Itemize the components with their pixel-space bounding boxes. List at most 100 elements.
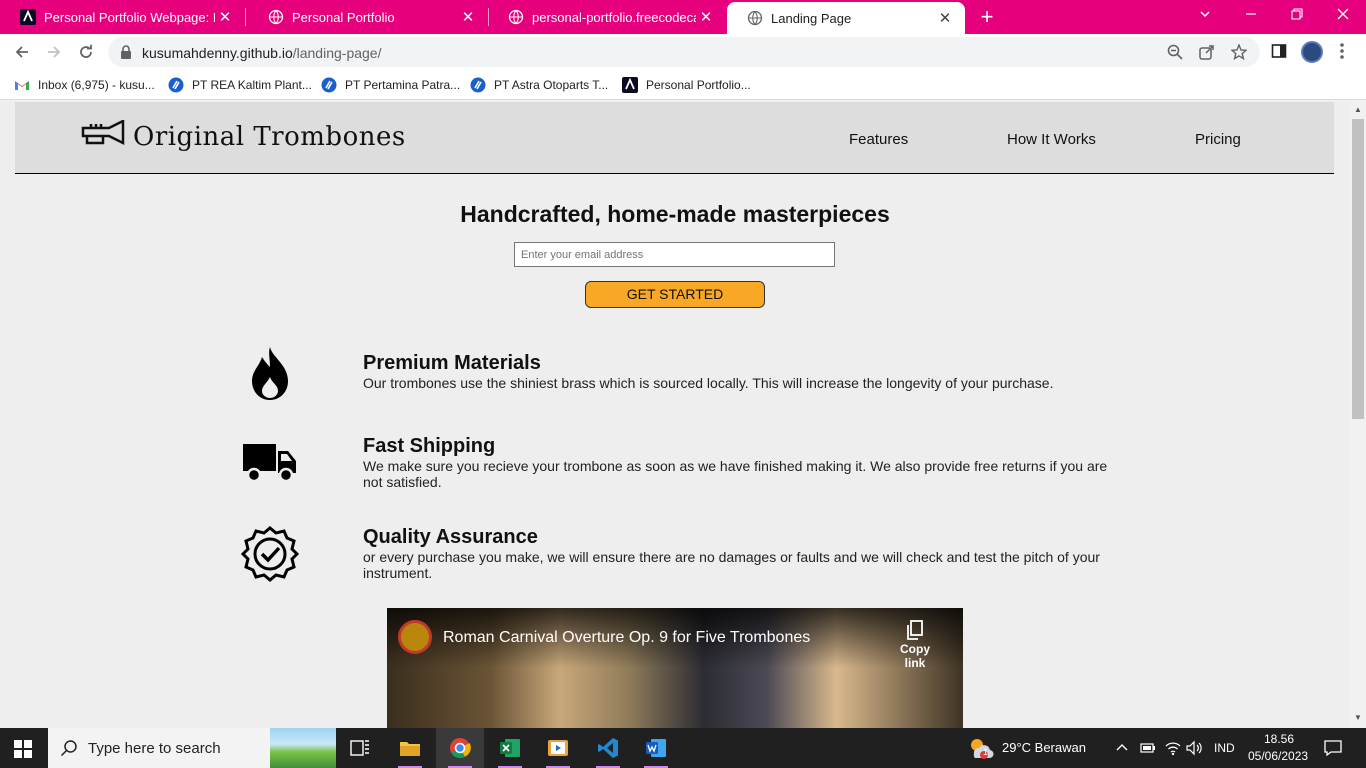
feature-title: Quality Assurance bbox=[363, 526, 538, 548]
gmail-icon bbox=[14, 77, 30, 93]
minimize-icon[interactable] bbox=[1228, 0, 1274, 32]
bookmark-personal-portfolio[interactable]: Personal Portfolio... bbox=[622, 77, 751, 93]
bookmark-astra-otoparts[interactable]: PT Astra Otoparts T... bbox=[470, 77, 608, 93]
nav-link-pricing[interactable]: Pricing bbox=[1195, 131, 1241, 148]
tab-title: Personal Portfolio bbox=[292, 9, 395, 25]
chrome-icon[interactable] bbox=[436, 728, 484, 768]
freecodecamp-icon bbox=[622, 77, 638, 93]
video-embed[interactable]: Roman Carnival Overture Op. 9 for Five T… bbox=[387, 608, 963, 728]
scroll-up-icon[interactable]: ▲ bbox=[1354, 105, 1362, 114]
close-icon[interactable]: ✕ bbox=[458, 8, 478, 26]
tab-separator bbox=[245, 8, 246, 26]
chevron-up-icon[interactable] bbox=[1116, 741, 1128, 759]
feature-title: Premium Materials bbox=[363, 352, 541, 374]
side-panel-icon[interactable] bbox=[1271, 43, 1289, 61]
bookmark-rea-kaltim[interactable]: PT REA Kaltim Plant... bbox=[168, 77, 312, 93]
close-icon[interactable]: ✕ bbox=[215, 8, 235, 26]
bookmark-gmail[interactable]: Inbox (6,975) - kusu... bbox=[14, 77, 155, 93]
page-viewport: Original Trombones Features How It Works… bbox=[0, 101, 1350, 728]
task-view-icon[interactable] bbox=[336, 728, 384, 768]
tab-portfolio-webpage[interactable]: Personal Portfolio Webpage: Buil ✕ bbox=[0, 0, 245, 34]
address-bar[interactable]: kusumahdenny.github.io/landing-page/ bbox=[108, 37, 1260, 67]
blue-badge-icon bbox=[470, 77, 486, 93]
bookmark-pertamina[interactable]: PT Pertamina Patra... bbox=[321, 77, 460, 93]
scroll-down-icon[interactable]: ▼ bbox=[1354, 713, 1362, 722]
copy-link-button[interactable]: Copy link bbox=[891, 620, 939, 670]
media-player-icon[interactable] bbox=[534, 728, 582, 768]
lock-icon[interactable] bbox=[120, 45, 132, 64]
tab-title: personal-portfolio.freecodecamp bbox=[532, 9, 696, 25]
blue-badge-icon bbox=[321, 77, 337, 93]
bookmark-label: Inbox (6,975) - kusu... bbox=[38, 78, 155, 92]
truck-icon bbox=[240, 432, 300, 492]
url-path: /landing-page/ bbox=[292, 45, 382, 61]
globe-icon bbox=[508, 9, 524, 25]
tab-strip: Personal Portfolio Webpage: Buil ✕ Perso… bbox=[0, 0, 1366, 34]
battery-icon[interactable] bbox=[1140, 740, 1156, 761]
excel-icon[interactable] bbox=[486, 728, 534, 768]
windows-start-icon[interactable] bbox=[14, 740, 32, 763]
menu-kebab-icon[interactable] bbox=[1340, 42, 1344, 60]
clock-date[interactable]: 05/06/2023 bbox=[1248, 749, 1308, 763]
tab-landing-page[interactable]: Landing Page ✕ bbox=[727, 2, 965, 34]
hero-title: Handcrafted, home-made masterpieces bbox=[460, 201, 890, 227]
wifi-icon[interactable] bbox=[1164, 740, 1182, 761]
email-field[interactable] bbox=[514, 242, 835, 267]
zoom-icon[interactable] bbox=[1167, 44, 1183, 60]
weather-cloud-icon[interactable] bbox=[968, 736, 994, 765]
clock-time[interactable]: 18.56 bbox=[1264, 732, 1294, 746]
bookmarks-bar: Inbox (6,975) - kusu... PT REA Kaltim Pl… bbox=[0, 70, 1366, 100]
weather-badge: 1 bbox=[983, 747, 989, 757]
search-highlight-image bbox=[270, 728, 336, 768]
tab-title: Landing Page bbox=[771, 10, 852, 26]
blue-badge-icon bbox=[168, 77, 184, 93]
profile-avatar[interactable] bbox=[1301, 41, 1323, 63]
star-icon[interactable] bbox=[1230, 43, 1248, 61]
copy-link-label: Copy link bbox=[900, 642, 930, 670]
nav-link-features[interactable]: Features bbox=[849, 131, 908, 148]
nav-link-how-it-works[interactable]: How It Works bbox=[1007, 131, 1096, 148]
taskbar-search-box[interactable]: Type here to search bbox=[48, 728, 336, 768]
bookmark-label: PT Pertamina Patra... bbox=[345, 78, 461, 92]
close-icon[interactable]: ✕ bbox=[935, 9, 955, 27]
share-icon[interactable] bbox=[1199, 44, 1215, 60]
tab-title: Personal Portfolio Webpage: Buil bbox=[44, 9, 215, 25]
restore-icon[interactable] bbox=[1274, 0, 1320, 32]
page-scrollbar[interactable]: ▲ ▼ bbox=[1350, 101, 1366, 728]
get-started-button[interactable]: GET STARTED bbox=[585, 281, 765, 308]
bookmark-label: PT REA Kaltim Plant... bbox=[192, 78, 312, 92]
word-icon[interactable] bbox=[632, 728, 680, 768]
tab-search-chevron-icon[interactable] bbox=[1182, 0, 1228, 32]
trumpet-icon bbox=[81, 118, 125, 153]
volume-icon[interactable] bbox=[1186, 740, 1204, 761]
url-text[interactable]: kusumahdenny.github.io/landing-page/ bbox=[142, 45, 381, 61]
scrollbar-thumb[interactable] bbox=[1352, 119, 1364, 419]
url-host: kusumahdenny.github.io bbox=[142, 45, 293, 61]
globe-icon bbox=[747, 10, 763, 26]
new-tab-button[interactable]: + bbox=[976, 4, 998, 30]
window-close-icon[interactable] bbox=[1320, 0, 1366, 32]
site-header: Original Trombones Features How It Works… bbox=[15, 102, 1334, 174]
video-title[interactable]: Roman Carnival Overture Op. 9 for Five T… bbox=[443, 629, 810, 647]
language-indicator[interactable]: IND bbox=[1214, 741, 1235, 755]
channel-avatar[interactable] bbox=[398, 620, 432, 654]
notification-icon[interactable] bbox=[1324, 739, 1342, 762]
browser-toolbar: kusumahdenny.github.io/landing-page/ bbox=[0, 34, 1366, 70]
logo-text: Original Trombones bbox=[133, 121, 406, 152]
vscode-icon[interactable] bbox=[584, 728, 632, 768]
tab-fcc-portfolio[interactable]: personal-portfolio.freecodecamp ✕ bbox=[488, 0, 726, 34]
site-logo[interactable]: Original Trombones bbox=[81, 118, 406, 153]
copy-icon bbox=[891, 620, 939, 642]
bookmark-label: Personal Portfolio... bbox=[646, 78, 751, 92]
badge-check-icon bbox=[240, 524, 300, 584]
close-icon[interactable]: ✕ bbox=[696, 8, 716, 26]
back-icon[interactable] bbox=[10, 40, 34, 64]
tab-personal-portfolio[interactable]: Personal Portfolio ✕ bbox=[248, 0, 488, 34]
file-explorer-icon[interactable] bbox=[386, 728, 434, 768]
windows-taskbar: Type here to search 1 29°C Berawan IND 1… bbox=[0, 728, 1366, 768]
feature-title: Fast Shipping bbox=[363, 435, 496, 457]
reload-icon[interactable] bbox=[74, 40, 98, 64]
fire-icon bbox=[240, 343, 300, 403]
weather-text[interactable]: 29°C Berawan bbox=[1002, 740, 1086, 755]
forward-icon[interactable] bbox=[42, 40, 66, 64]
